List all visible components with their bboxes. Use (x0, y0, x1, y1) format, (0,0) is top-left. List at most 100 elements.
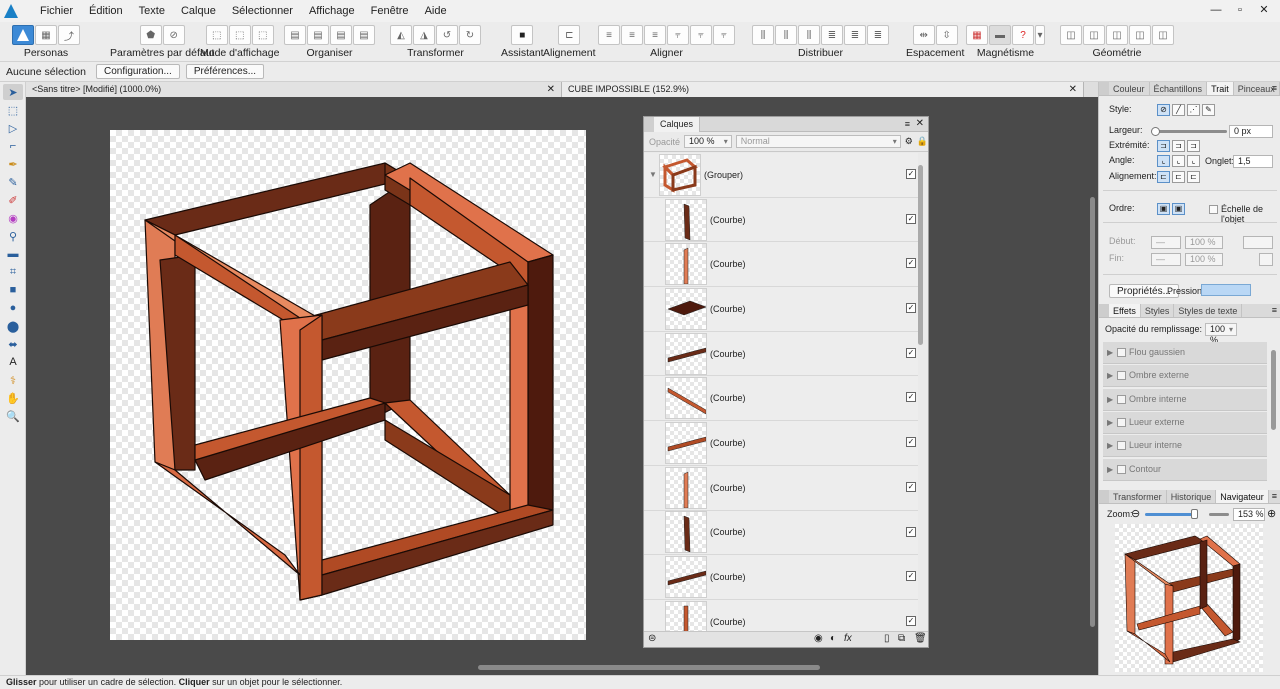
panel-menu-icon[interactable]: ≡ (905, 119, 910, 129)
add-layer-icon[interactable]: ▯ (884, 633, 890, 644)
layer-row[interactable]: (Courbe) ✓ (644, 555, 918, 600)
visibility-checkbox[interactable]: ✓ (906, 347, 916, 358)
layer-name[interactable]: (Grouper) (704, 170, 743, 180)
visibility-checkbox[interactable]: ✓ (906, 169, 916, 179)
zoom-slider-rest[interactable] (1209, 513, 1229, 516)
tab-styles-texte[interactable]: Styles de texte (1174, 304, 1243, 317)
geometry-add-button[interactable]: ◫ (1060, 25, 1082, 45)
layer-name[interactable]: (Courbe) (710, 483, 746, 493)
zoom-field[interactable]: 153 % (1233, 508, 1265, 521)
layer-name[interactable]: (Courbe) (710, 527, 746, 537)
arrange-back-button[interactable]: ▤ (284, 25, 306, 45)
align-outside-stroke-icon[interactable]: ⊏ (1187, 171, 1200, 183)
layer-row[interactable]: (Courbe) ✓ (644, 511, 918, 556)
adjustment-icon[interactable]: ◐ (830, 633, 836, 644)
snapping-magnet-button[interactable]: ▬ (989, 25, 1011, 45)
effect-checkbox[interactable] (1117, 417, 1126, 427)
geometry-intersect-button[interactable]: ◫ (1106, 25, 1128, 45)
fill-opacity-dropdown[interactable]: 100 % (1205, 323, 1237, 345)
layer-row[interactable]: (Courbe) ✓ (644, 600, 918, 633)
artboard-canvas[interactable] (110, 130, 586, 640)
effect-row[interactable]: ▶ Ombre externe (1103, 365, 1267, 388)
zoom-slider[interactable] (1145, 513, 1194, 516)
pressure-graph[interactable] (1201, 284, 1251, 296)
snapping-dropdown-button[interactable]: ▾ (1035, 25, 1045, 45)
distribute-2-button[interactable]: ⫼ (775, 25, 797, 45)
close-icon[interactable]: ✕ (547, 82, 555, 97)
visibility-checkbox[interactable]: ✓ (906, 615, 916, 626)
bevel-join-icon[interactable]: ⌞ (1187, 155, 1200, 167)
square-cap-icon[interactable]: ⊐ (1187, 140, 1200, 152)
view-mode-3-button[interactable]: ⬚ (251, 25, 274, 45)
geometry-xor-button[interactable]: ◫ (1129, 25, 1151, 45)
start-arrow-dropdown[interactable]: — (1151, 236, 1181, 249)
doc-tab-untitled[interactable]: <Sans titre> [Modifié] (1000.0%) ✕ (26, 82, 562, 97)
scrollbar-thumb[interactable] (478, 665, 820, 670)
visibility-checkbox[interactable]: ✓ (906, 258, 916, 269)
effect-checkbox[interactable] (1117, 371, 1126, 381)
mask-icon[interactable]: ◉ (814, 633, 823, 644)
gear-icon[interactable]: ⚙ (905, 136, 913, 147)
layer-row[interactable]: (Courbe) ✓ (644, 466, 918, 511)
tab-transformer[interactable]: Transformer (1109, 490, 1167, 503)
round-cap-icon[interactable]: ⊐ (1172, 140, 1185, 152)
expand-icon[interactable]: ▶ (1107, 348, 1113, 357)
align-right-button[interactable]: ≡ (644, 25, 666, 45)
doc-tab-cube[interactable]: CUBE IMPOSSIBLE (152.9%) ✕ (562, 82, 1084, 97)
alignment-button[interactable]: ⊏ (558, 25, 581, 45)
effect-row[interactable]: ▶ Ombre interne (1103, 388, 1267, 411)
visibility-checkbox[interactable]: ✓ (906, 213, 916, 224)
align-center-button[interactable]: ≡ (621, 25, 643, 45)
effect-checkbox[interactable] (1117, 464, 1126, 474)
panel-grip[interactable] (1099, 82, 1109, 95)
panel-grip[interactable] (1099, 490, 1109, 503)
rotate-left-button[interactable]: ↺ (436, 25, 458, 45)
scale-checkbox[interactable] (1209, 205, 1218, 214)
rectangle-tool-icon[interactable]: ■ (3, 282, 23, 298)
end-scale-field[interactable]: 100 % (1185, 253, 1223, 266)
defaults-none-button[interactable]: ⊘ (162, 25, 185, 45)
spacing-h-button[interactable]: ⇹ (912, 25, 935, 45)
layers-scrollbar[interactable] (918, 165, 923, 345)
geometry-divide-button[interactable]: ◫ (1152, 25, 1174, 45)
view-mode-1-button[interactable]: ⬚ (205, 25, 228, 45)
blend-mode-dropdown[interactable]: Normal (735, 135, 901, 148)
zoom-out-icon[interactable]: ⊖ (1131, 507, 1140, 520)
crop-tool-icon[interactable]: ⌗ (3, 264, 23, 280)
ellipse-tool-icon[interactable]: ● (3, 300, 23, 316)
export-persona-button[interactable]: ⤴ (58, 25, 80, 45)
layer-row[interactable]: (Courbe) ✓ (644, 332, 918, 377)
defaults-fill-button[interactable]: ⬟ (139, 25, 162, 45)
tab-trait[interactable]: Trait (1207, 82, 1234, 95)
distribute-1-button[interactable]: ⫼ (752, 25, 774, 45)
color-picker-tool-icon[interactable]: ◉ (3, 210, 23, 226)
layer-name[interactable]: (Courbe) (710, 393, 746, 403)
lock-icon[interactable]: 🔒 (917, 136, 928, 147)
menu-edition[interactable]: Édition (81, 0, 131, 22)
tab-styles[interactable]: Styles (1141, 304, 1175, 317)
start-scale-field[interactable]: 100 % (1185, 236, 1223, 249)
round-join-icon[interactable]: ⌞ (1172, 155, 1185, 167)
zoom-in-icon[interactable]: ⊕ (1267, 507, 1276, 520)
visibility-checkbox[interactable]: ✓ (906, 481, 916, 492)
layer-name[interactable]: (Courbe) (710, 438, 746, 448)
tab-echantillons[interactable]: Échantillons (1150, 82, 1208, 95)
impossible-cube-artwork[interactable] (110, 130, 586, 640)
place-tool-icon[interactable]: ⬌ (3, 336, 23, 352)
zoom-tool-icon[interactable]: 🔍 (3, 408, 23, 424)
end-option-button[interactable] (1259, 253, 1273, 266)
pixel-persona-button[interactable]: ▦ (35, 25, 57, 45)
menu-fichier[interactable]: Fichier (32, 0, 81, 22)
layer-name[interactable]: (Courbe) (710, 572, 746, 582)
fx-icon[interactable]: fx (844, 633, 852, 644)
layer-row[interactable]: (Courbe) ✓ (644, 242, 918, 288)
layers-stack-icon[interactable]: ⊜ (648, 633, 656, 644)
vertical-scrollbar[interactable] (1088, 97, 1098, 659)
align-middle-button[interactable]: ⫧ (690, 25, 712, 45)
layer-name[interactable]: (Courbe) (710, 617, 746, 627)
width-slider[interactable] (1155, 130, 1227, 133)
effect-row[interactable]: ▶ Lueur interne (1103, 435, 1267, 458)
geometry-subtract-button[interactable]: ◫ (1083, 25, 1105, 45)
horizontal-scrollbar[interactable] (26, 659, 1086, 675)
hand-tool-icon[interactable]: ✋ (3, 390, 23, 406)
